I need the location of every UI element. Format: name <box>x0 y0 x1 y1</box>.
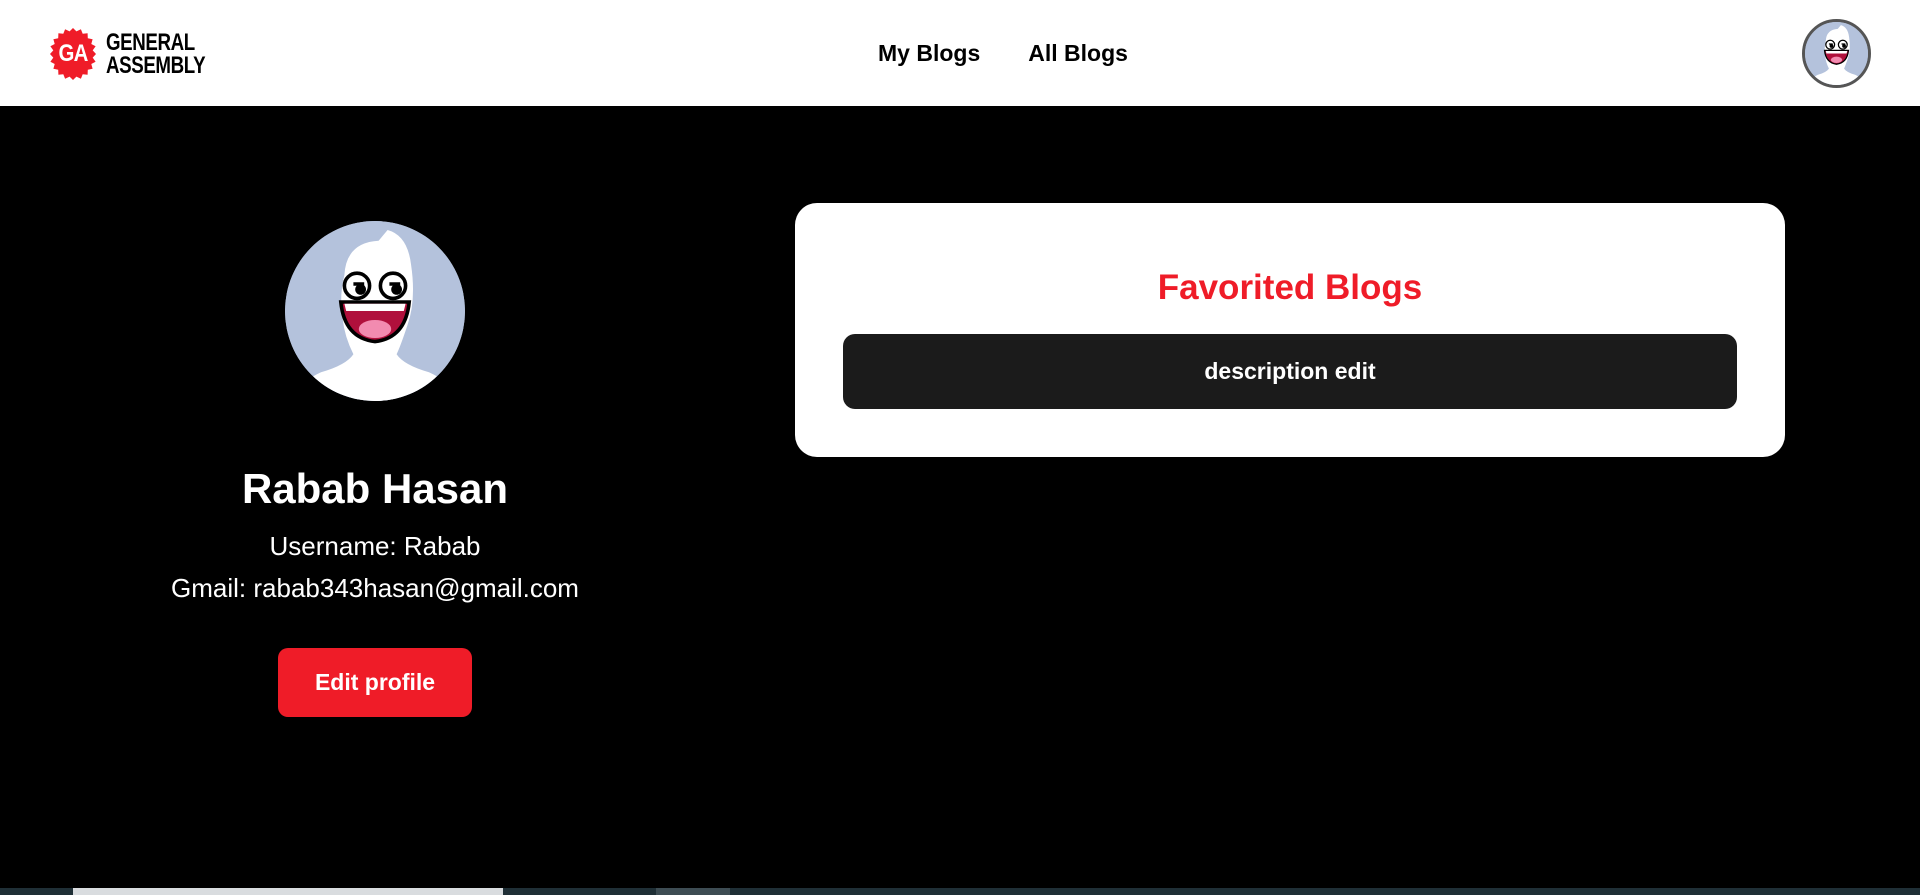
top-navbar: GA GENERAL ASSEMBLY My Blogs All Blogs <box>0 0 1920 106</box>
favorite-blog-item[interactable]: description edit <box>843 334 1737 409</box>
ga-badge-icon: GA <box>47 28 99 80</box>
favorited-blogs-title: Favorited Blogs <box>1157 268 1423 307</box>
taskbar-item[interactable] <box>656 888 730 895</box>
profile-avatar <box>285 221 465 401</box>
logo-line-2: ASSEMBLY <box>106 52 206 79</box>
taskbar-strip <box>0 888 1920 895</box>
general-assembly-logo[interactable]: GA GENERAL ASSEMBLY <box>47 26 207 82</box>
main-nav: My Blogs All Blogs <box>878 38 1128 68</box>
profile-username: Username: Rabab <box>269 531 481 561</box>
favorited-blogs-card: Favorited Blogs description edit <box>795 203 1785 457</box>
edit-profile-button[interactable]: Edit profile <box>278 648 472 717</box>
user-avatar-icon[interactable] <box>1802 19 1871 88</box>
profile-email: Gmail: rabab343hasan@gmail.com <box>171 573 579 603</box>
nav-my-blogs[interactable]: My Blogs <box>878 38 980 68</box>
nav-all-blogs[interactable]: All Blogs <box>1028 38 1128 68</box>
logo-badge-text: GA <box>58 40 89 67</box>
taskbar-item[interactable] <box>73 888 503 895</box>
logo-wordmark: GENERAL ASSEMBLY <box>106 29 206 79</box>
logo-line-1: GENERAL <box>106 29 195 56</box>
profile-name: Rabab Hasan <box>241 465 509 512</box>
